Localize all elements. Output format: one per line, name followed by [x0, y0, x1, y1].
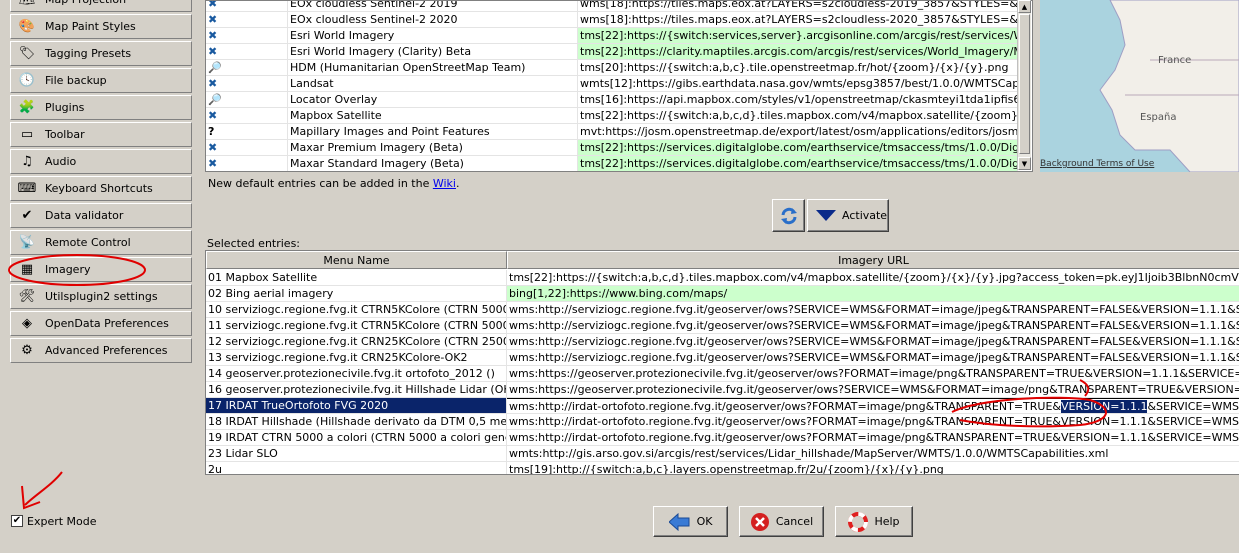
annotation-circle-version	[951, 396, 1107, 428]
annotation-circle-imagery	[8, 254, 146, 286]
ok-arrow-icon	[668, 512, 690, 531]
annotation-mark	[1079, 379, 1090, 397]
lifebuoy-icon	[848, 511, 869, 532]
cancel-icon	[750, 512, 769, 531]
annotation-overlay	[8, 254, 1107, 510]
annotation-arrow-line	[24, 471, 63, 506]
cancel-button[interactable]: Cancel	[739, 506, 824, 537]
annotation-arrow-head	[21, 485, 41, 510]
ok-button[interactable]: OK	[653, 506, 728, 537]
help-button[interactable]: Help	[835, 506, 913, 537]
